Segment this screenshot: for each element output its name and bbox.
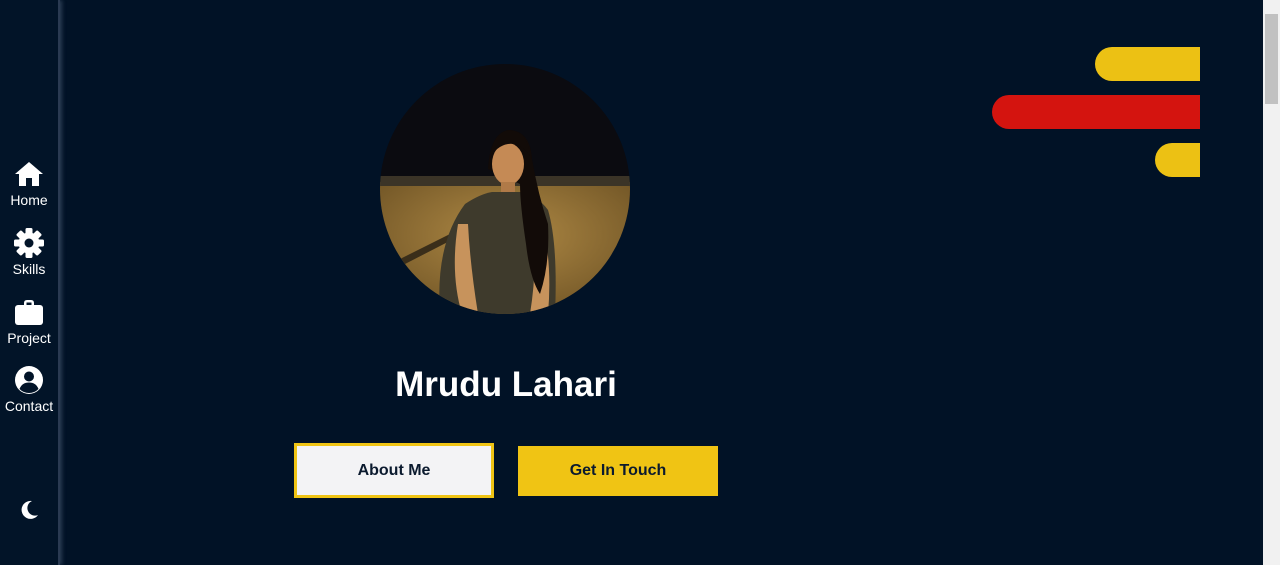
decorative-bar-yellow-bottom bbox=[1155, 143, 1200, 177]
sidebar: Home Skills Project Contact bbox=[0, 0, 60, 565]
sidebar-item-skills[interactable]: Skills bbox=[0, 227, 58, 277]
scrollbar-thumb[interactable] bbox=[1265, 14, 1278, 104]
hero-section: Mrudu Lahari About Me Get In Touch bbox=[60, 0, 1263, 565]
sidebar-item-label: Contact bbox=[4, 398, 54, 414]
sidebar-item-project[interactable]: Project bbox=[0, 296, 58, 346]
hero-name: Mrudu Lahari bbox=[395, 365, 617, 404]
about-me-button[interactable]: About Me bbox=[294, 443, 494, 498]
get-in-touch-button[interactable]: Get In Touch bbox=[518, 446, 718, 496]
page-scrollbar[interactable] bbox=[1263, 0, 1280, 565]
sidebar-item-home[interactable]: Home bbox=[0, 158, 58, 208]
decorative-bar-red bbox=[992, 95, 1200, 129]
decorative-bar-yellow-top bbox=[1095, 47, 1200, 81]
sidebar-item-label: Home bbox=[10, 192, 48, 208]
sidebar-item-label: Project bbox=[7, 330, 51, 346]
moon-icon[interactable] bbox=[17, 498, 41, 522]
briefcase-icon bbox=[15, 300, 43, 325]
gear-icon bbox=[14, 228, 44, 258]
profile-photo bbox=[380, 64, 630, 314]
user-circle-icon bbox=[15, 366, 43, 394]
home-icon bbox=[15, 162, 43, 186]
sidebar-item-contact[interactable]: Contact bbox=[0, 364, 58, 414]
sidebar-item-label: Skills bbox=[12, 261, 46, 277]
